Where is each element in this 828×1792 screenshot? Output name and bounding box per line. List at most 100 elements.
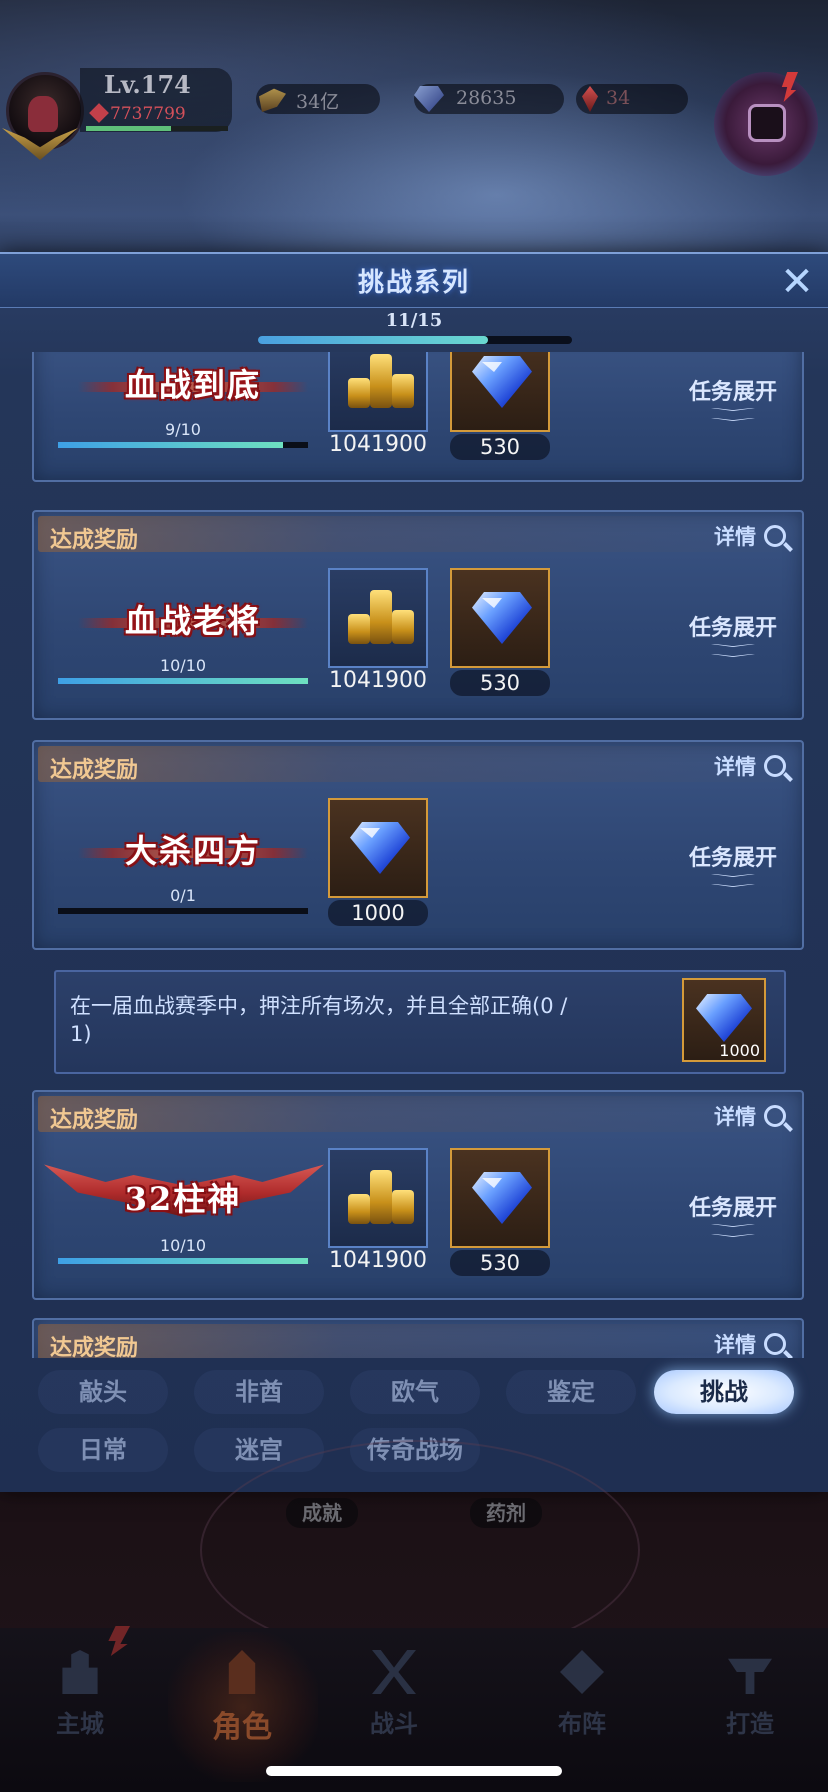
castle-icon xyxy=(62,1650,98,1694)
challenge-title: 32柱神 xyxy=(124,1180,242,1218)
scroll-icon xyxy=(748,104,786,142)
detail-label: 详情 xyxy=(714,1333,756,1357)
crossed-swords-icon xyxy=(372,1650,416,1694)
reward-gem[interactable] xyxy=(328,798,428,898)
reward-gold-count: 1041900 xyxy=(329,1248,427,1273)
gem-icon xyxy=(472,1172,532,1224)
reward-gold[interactable] xyxy=(328,352,428,432)
subtask-description: 在一届血战赛季中，押注所有场次，并且全部正确(0 / 1) xyxy=(70,994,568,1046)
series-progress-fill xyxy=(258,336,488,344)
challenge-progress-fill xyxy=(58,442,283,448)
challenge-list[interactable]: 血战到底 9/10 1041900 530 任务展开 达成奖励 详情 血战老将 … xyxy=(8,352,820,1358)
subtask-reward-count: 1000 xyxy=(719,1041,760,1060)
gold-coins-icon xyxy=(370,1170,392,1224)
search-icon xyxy=(764,1105,786,1127)
tab-jianding[interactable]: 鉴定 xyxy=(506,1370,636,1414)
search-icon xyxy=(764,525,786,547)
challenge-title: 血战老将 xyxy=(124,602,261,640)
chevron-down-icon xyxy=(711,1224,755,1248)
gold-coins-icon xyxy=(348,378,370,408)
reward-gem[interactable] xyxy=(450,1148,550,1248)
crystal-amount: 34 xyxy=(606,87,631,109)
reward-gem[interactable] xyxy=(450,568,550,668)
chevron-down-icon xyxy=(711,644,755,668)
expand-tasks-button[interactable]: 任务展开 xyxy=(678,374,788,406)
nav-battle[interactable]: 战斗 xyxy=(334,1648,454,1748)
reward-gold[interactable] xyxy=(328,1148,428,1248)
nav-formation[interactable]: 布阵 xyxy=(522,1648,642,1748)
anvil-icon xyxy=(728,1658,772,1694)
gem-icon xyxy=(696,994,752,1042)
detail-label: 详情 xyxy=(714,1105,756,1129)
gold-coins-icon xyxy=(392,610,414,644)
achievement-reward-label: 达成奖励 xyxy=(50,1336,139,1358)
helmet-icon xyxy=(228,1650,256,1694)
player-level: Lv.174 xyxy=(104,70,191,99)
reward-gem-count: 1000 xyxy=(328,900,428,926)
tab-qiaotou[interactable]: 敲头 xyxy=(38,1370,168,1414)
tab-feiqiu[interactable]: 非酋 xyxy=(194,1370,324,1414)
card-header: 达成奖励 详情 xyxy=(38,1324,798,1358)
series-progress-label: 11/15 xyxy=(385,310,443,331)
home-indicator[interactable] xyxy=(266,1766,562,1776)
detail-button[interactable]: 详情 xyxy=(714,751,786,781)
nav-character[interactable]: 角色 xyxy=(182,1648,302,1748)
gold-coins-icon xyxy=(348,614,370,644)
gem-amount: 28635 xyxy=(456,87,517,109)
nav-forge[interactable]: 打造 xyxy=(690,1648,810,1748)
detail-label: 详情 xyxy=(714,755,756,779)
gold-coins-icon xyxy=(370,590,392,644)
tab-ouqi[interactable]: 欧气 xyxy=(350,1370,480,1414)
nav-label: 布阵 xyxy=(558,1709,606,1738)
formation-icon xyxy=(560,1650,604,1694)
card-header: 达成奖励 详情 xyxy=(38,1096,798,1133)
reward-gold-count: 1041900 xyxy=(329,432,427,457)
exp-bar-fill xyxy=(86,126,171,131)
challenge-card-4: 达成奖励 详情 xyxy=(32,1318,804,1358)
challenge-title: 血战到底 xyxy=(124,366,261,404)
potion-button[interactable]: 药剂 xyxy=(470,1498,542,1528)
expand-tasks-button[interactable]: 任务展开 xyxy=(678,840,788,872)
card-header: 达成奖励 详情 xyxy=(38,746,798,783)
gem-icon xyxy=(472,356,532,408)
challenge-progress-fill xyxy=(58,678,308,684)
tab-richang[interactable]: 日常 xyxy=(38,1428,168,1472)
nav-label: 打造 xyxy=(726,1709,774,1738)
gold-coins-icon xyxy=(392,374,414,408)
detail-button[interactable]: 详情 xyxy=(714,1329,786,1358)
reward-gold-count: 1041900 xyxy=(329,668,427,693)
expand-tasks-button[interactable]: 任务展开 xyxy=(678,610,788,642)
reward-gold[interactable] xyxy=(328,568,428,668)
detail-button[interactable]: 详情 xyxy=(714,1101,786,1131)
subtask-reward[interactable]: 1000 xyxy=(682,978,766,1062)
background-ring xyxy=(200,1440,640,1660)
player-power: 7737799 xyxy=(110,104,186,124)
nav-label: 角色 xyxy=(212,1710,272,1745)
nav-label: 主城 xyxy=(56,1709,104,1738)
challenge-title: 大杀四方 xyxy=(124,832,261,870)
gold-coins-icon xyxy=(370,354,392,408)
subtask-card: 在一届血战赛季中，押注所有场次，并且全部正确(0 / 1) 1000 xyxy=(54,970,786,1074)
achievement-button[interactable]: 成就 xyxy=(286,1498,358,1528)
achievement-reward-label: 达成奖励 xyxy=(50,758,139,783)
reward-gem-count: 530 xyxy=(450,434,550,460)
challenge-progress-bar xyxy=(58,908,308,914)
challenge-progress-label: 10/10 xyxy=(159,656,207,675)
gold-amount: 34亿 xyxy=(296,91,340,113)
close-button[interactable]: ✕ xyxy=(776,262,818,304)
detail-label: 详情 xyxy=(714,525,756,549)
gem-icon xyxy=(472,592,532,644)
card-header: 达成奖励 详情 xyxy=(38,516,798,553)
challenge-card-0: 血战到底 9/10 1041900 530 任务展开 xyxy=(32,352,804,482)
gold-coins-icon xyxy=(392,1190,414,1224)
reward-gem[interactable] xyxy=(450,352,550,432)
nav-main-city[interactable]: 主城 xyxy=(20,1648,140,1748)
reward-gem-count: 530 xyxy=(450,670,550,696)
expand-tasks-button[interactable]: 任务展开 xyxy=(678,1190,788,1222)
tab-tiaozhan[interactable]: 挑战 xyxy=(654,1370,794,1414)
gem-icon xyxy=(350,822,410,874)
detail-button[interactable]: 详情 xyxy=(714,521,786,551)
search-icon xyxy=(764,755,786,777)
reward-gem-count: 530 xyxy=(450,1250,550,1276)
challenge-progress-fill xyxy=(58,1258,308,1264)
